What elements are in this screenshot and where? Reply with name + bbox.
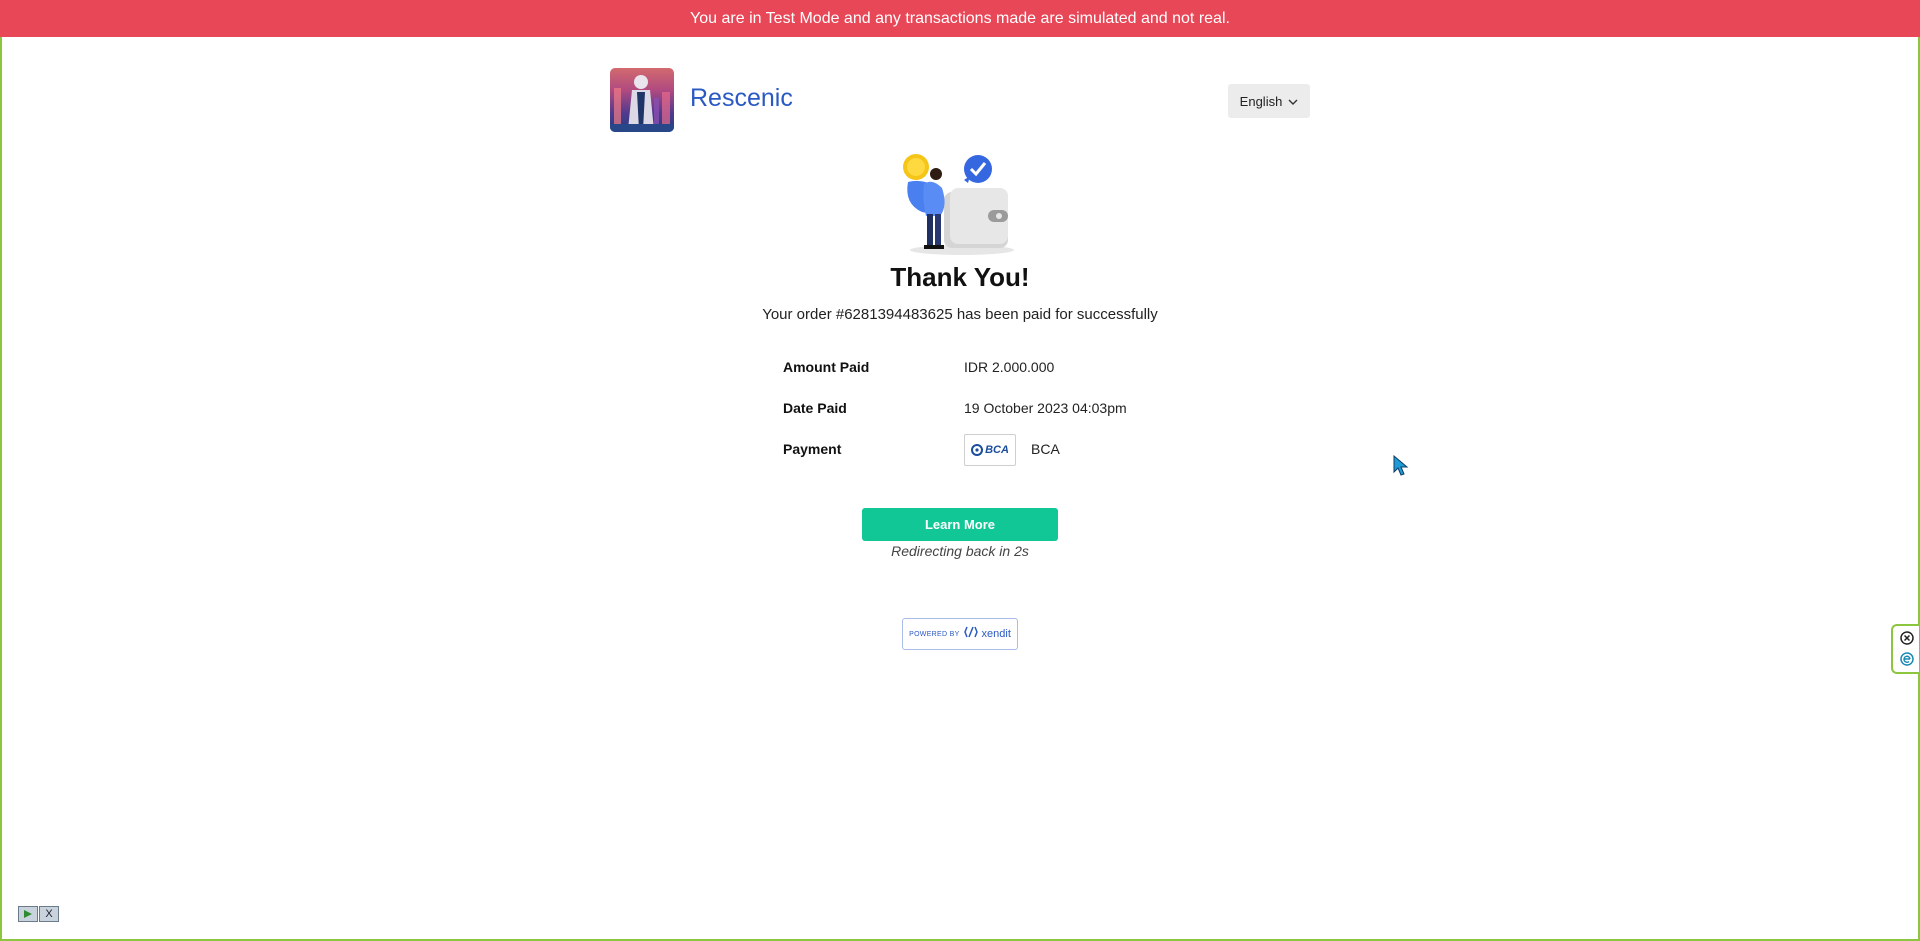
payment-label: Payment (783, 441, 842, 457)
payment-row: Payment BCA BCA (783, 434, 1183, 480)
bca-logo-text: BCA (985, 444, 1009, 456)
amount-row: Amount Paid IDR 2.000.000 (783, 357, 1183, 398)
amount-label: Amount Paid (783, 359, 870, 375)
order-message: Your order #6281394483625 has been paid … (762, 306, 1158, 323)
brand-name[interactable]: Rescenic (690, 84, 793, 113)
test-mode-text: You are in Test Mode and any transaction… (690, 9, 1230, 27)
close-glyph: X (45, 908, 53, 920)
payment-details: Amount Paid IDR 2.000.000 Date Paid 19 O… (783, 357, 1183, 480)
date-label: Date Paid (783, 400, 847, 416)
xendit-brand: xendit (981, 628, 1011, 640)
learn-more-label: Learn More (924, 517, 996, 532)
powered-by-xendit[interactable]: POWERED BY xendit (902, 618, 1018, 650)
bottom-media-widget: X (18, 906, 60, 924)
play-icon[interactable] (18, 906, 38, 922)
test-mode-banner: You are in Test Mode and any transaction… (0, 0, 1920, 37)
page-title: Thank You! (890, 262, 1030, 292)
date-value: 19 October 2023 04:03pm (964, 400, 1127, 416)
xendit-logo-icon (963, 625, 978, 643)
learn-more-button[interactable]: Learn More (862, 508, 1058, 541)
close-icon[interactable]: X (39, 906, 59, 922)
language-select[interactable]: English (1228, 84, 1310, 118)
language-label: English (1239, 93, 1283, 109)
bank-name: BCA (1031, 441, 1060, 457)
side-extension-widget (1891, 624, 1919, 674)
chevron-down-icon (1288, 94, 1298, 109)
bca-mark-icon (971, 444, 984, 456)
close-circle-icon[interactable] (1900, 631, 1914, 645)
payment-success-illustration (896, 152, 1026, 256)
mouse-cursor-icon (1393, 454, 1409, 477)
brand-logo (610, 68, 674, 132)
redirect-message: Redirecting back in 2s (891, 543, 1029, 559)
bca-logo: BCA (964, 434, 1016, 466)
date-row: Date Paid 19 October 2023 04:03pm (783, 398, 1183, 439)
header: Rescenic English (610, 68, 1310, 134)
extension-e-icon[interactable] (1900, 652, 1914, 666)
amount-value: IDR 2.000.000 (964, 359, 1055, 375)
powered-by-label: POWERED BY (909, 630, 960, 638)
